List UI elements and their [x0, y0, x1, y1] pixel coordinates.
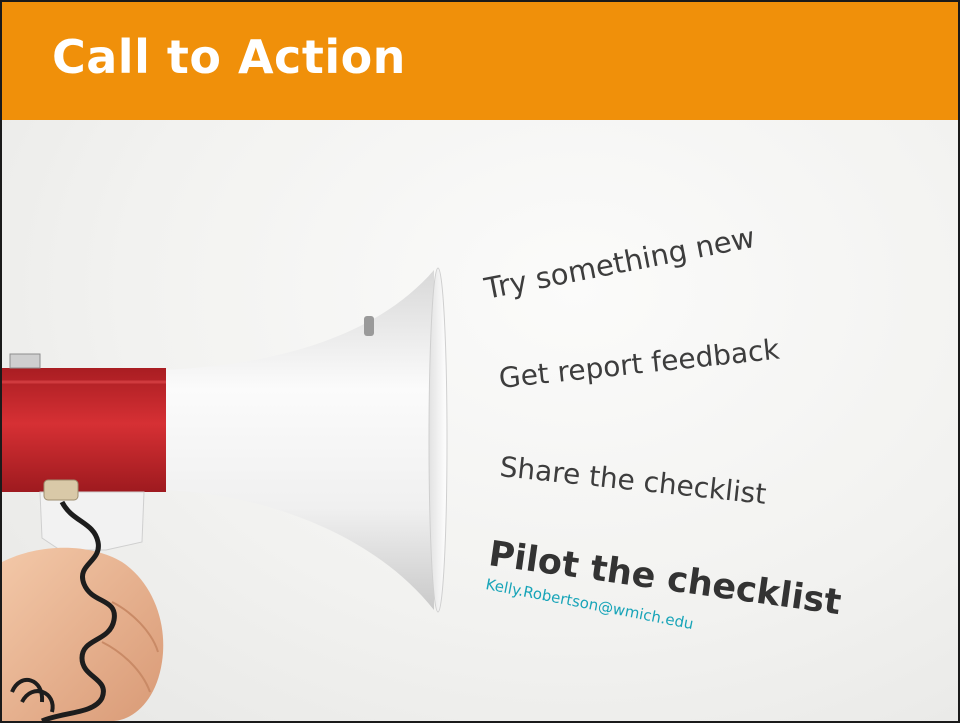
slide: Call to Action Try something new Get rep… — [0, 0, 960, 723]
megaphone-rim — [428, 267, 448, 613]
megaphone-horn — [162, 270, 434, 610]
megaphone-body — [2, 368, 166, 492]
megaphone-handle — [39, 491, 145, 551]
megaphone-clip — [9, 353, 41, 369]
megaphone-knob — [364, 316, 374, 336]
